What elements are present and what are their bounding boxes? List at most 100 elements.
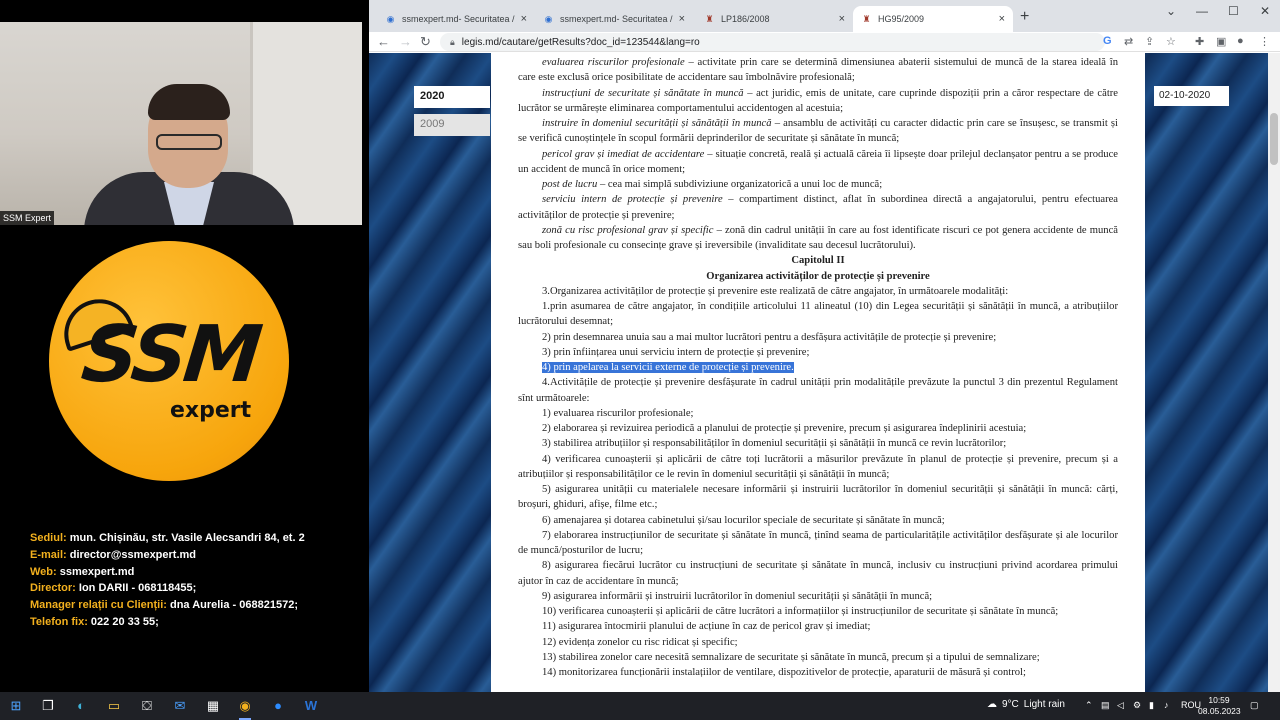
edge-icon[interactable]: ◐: [72, 697, 90, 715]
speaker-icon[interactable]: ◁: [1117, 700, 1124, 711]
tray-overflow-icon[interactable]: ⌃: [1085, 700, 1093, 711]
tab-search-chevron-icon[interactable]: ⌄: [1166, 4, 1176, 18]
paragraph-text: 1) evaluarea riscurilor profesionale;: [542, 407, 694, 419]
document-date: 02-10-2020: [1154, 86, 1229, 106]
word-icon[interactable]: W: [302, 697, 320, 715]
chapter-heading-text: Capitolul II: [791, 255, 845, 267]
document-paragraph: 14) monitorizarea funcționării instalați…: [518, 665, 1118, 680]
definition-paragraph: pericol grav și imediat de accidentare –…: [518, 147, 1118, 178]
battery-icon[interactable]: ▮: [1149, 700, 1154, 711]
definition-term: instruire în domeniul securității și săn…: [542, 118, 772, 129]
scrollbar-thumb[interactable]: [1270, 113, 1278, 165]
extensions-icon[interactable]: ✚: [1195, 35, 1204, 48]
notifications-icon[interactable]: ▢: [1250, 700, 1259, 711]
maximize-icon[interactable]: ☐: [1228, 4, 1239, 18]
contact-line: Telefon fix: 022 20 33 55;: [30, 615, 159, 628]
document-page: evaluarea riscurilor profesionale – acti…: [491, 53, 1145, 692]
document-paragraph: 4.Activitățile de protecție și prevenire…: [518, 375, 1118, 406]
store-icon[interactable]: ⛋: [138, 697, 156, 715]
paragraph-text: 3) prin înființarea unui serviciu intern…: [542, 346, 810, 358]
system-clock[interactable]: 10:59 08.05.2023: [1198, 695, 1241, 717]
paragraph-text: 13) stabilirea zonelor care necesită sem…: [542, 651, 1040, 663]
definition-paragraph: instruire în domeniul securității și săn…: [518, 116, 1118, 147]
settings-icon[interactable]: ⚙: [1133, 700, 1141, 711]
definition-term: pericol grav și imediat de accidentare: [542, 148, 705, 160]
share-icon[interactable]: ⇪: [1145, 35, 1154, 48]
document-paragraph: 3) prin înființarea unui serviciu intern…: [518, 345, 1118, 360]
document-paragraph: 10) verificarea cunoașterii și aplicării…: [518, 604, 1118, 619]
document-paragraph: 12) evidența zonelor cu risc ridicat și …: [518, 635, 1118, 650]
reload-icon[interactable]: ↻: [420, 34, 431, 50]
chrome-icon[interactable]: ◉: [236, 697, 254, 720]
zoom-icon[interactable]: ●: [269, 697, 287, 715]
url-text: legis.md/cautare/getResults?doc_id=12354…: [461, 36, 700, 48]
definition-paragraph: instrucțiuni de securitate și sănătate î…: [518, 86, 1118, 117]
document-text: evaluarea riscurilor profesionale – acti…: [518, 55, 1118, 680]
volume-icon[interactable]: ♪: [1164, 700, 1169, 710]
minimize-icon[interactable]: —: [1196, 4, 1208, 18]
definition-term: zonă cu risc profesional grav și specifi…: [542, 224, 714, 236]
page-viewport: 2020 2009 02-10-2020 evaluarea riscurilo…: [369, 53, 1280, 692]
new-tab-icon[interactable]: +: [1020, 8, 1029, 26]
document-paragraph: 13) stabilirea zonelor care necesită sem…: [518, 650, 1118, 665]
year-2020-tab[interactable]: 2020: [414, 86, 490, 108]
close-tab-icon[interactable]: ×: [999, 13, 1005, 25]
windows-start-icon[interactable]: ⊞: [7, 697, 25, 715]
paragraph-text: 5) asigurarea unității cu materialele ne…: [518, 484, 1118, 511]
file-explorer-icon[interactable]: ▭: [105, 697, 123, 715]
definition-paragraph: zonă cu risc profesional grav și specifi…: [518, 223, 1118, 254]
paragraph-text: 11) asigurarea întocmirii planului de ac…: [542, 621, 871, 633]
document-paragraph: 2) prin desemnarea unuia sau a mai multo…: [518, 330, 1118, 345]
back-icon[interactable]: ←: [377, 34, 390, 49]
tab-ssmexpert-1[interactable]: ◉ ssmexpert.md- Securitatea / Prot ×: [377, 6, 535, 32]
definition-text: – cea mai simplă subdiviziune organizato…: [597, 179, 883, 190]
windows-taskbar: ⊞ ❐ ◐ ▭ ⛋ ✉ ▦ ◉ ● W ☁ 9°C Light rain ⌃ ▤…: [0, 692, 1280, 720]
screen: SSM Expert SSM expert Sediul: mun. Chiși…: [0, 0, 1280, 720]
lock-icon: 🔒︎: [450, 36, 455, 47]
calculator-icon[interactable]: ▦: [204, 697, 222, 715]
tab-hg95[interactable]: ♜ HG95/2009 ×: [853, 6, 1013, 32]
cloud-rain-icon: ☁: [987, 699, 997, 710]
side-panel-icon[interactable]: ▣: [1216, 35, 1226, 48]
task-view-icon[interactable]: ❐: [39, 697, 57, 715]
year-2009-tab[interactable]: 2009: [414, 114, 490, 136]
document-paragraph: 3) stabilirea atribuțiilor și responsabi…: [518, 436, 1118, 451]
tab-strip: ◉ ssmexpert.md- Securitatea / Prot × ◉ s…: [369, 0, 1280, 32]
webcam-person-hair: [148, 84, 230, 120]
address-bar[interactable]: 🔒︎ legis.md/cautare/getResults?doc_id=12…: [440, 33, 1105, 51]
paragraph-text: 2) prin desemnarea unuia sau a mai multo…: [542, 331, 997, 343]
translate-icon[interactable]: ⇄: [1124, 35, 1133, 48]
document-paragraph: 8) asigurarea fiecărui lucrător cu instr…: [518, 558, 1118, 589]
close-window-icon[interactable]: ✕: [1260, 4, 1270, 18]
webcam-video: SSM Expert: [0, 22, 362, 225]
google-icon[interactable]: G: [1103, 35, 1112, 47]
close-tab-icon[interactable]: ×: [679, 13, 685, 25]
paragraph-text: 4) verificarea cunoașterii și aplicării …: [518, 453, 1118, 480]
bookmark-star-icon[interactable]: ☆: [1166, 35, 1176, 48]
moldova-emblem-icon: ♜: [705, 13, 714, 24]
contact-line: Sediul: mun. Chișinău, str. Vasile Alecs…: [30, 532, 305, 544]
weather-widget[interactable]: ☁ 9°C Light rain: [987, 699, 1065, 710]
webcam-person-glasses: [156, 134, 222, 150]
tab-ssmexpert-2[interactable]: ◉ ssmexpert.md- Securitatea / Prot ×: [535, 6, 693, 32]
paragraph-text: 12) evidența zonelor cu risc ridicat și …: [542, 636, 738, 648]
highlighted-text[interactable]: 4) prin apelarea la servicii externe de …: [542, 362, 794, 373]
document-paragraph: 7) elaborarea instrucțiunilor de securit…: [518, 528, 1118, 559]
mail-icon[interactable]: ✉: [171, 697, 189, 715]
network-icon[interactable]: ▤: [1101, 700, 1110, 711]
chapter-heading: Organizarea activităților de protecție ș…: [518, 269, 1118, 284]
vertical-scrollbar[interactable]: [1268, 53, 1280, 692]
menu-dots-icon[interactable]: ⋮: [1259, 35, 1270, 48]
definition-paragraph: post de lucru – cea mai simplă subdivizi…: [518, 177, 1118, 192]
left-panel: SSM Expert SSM expert Sediul: mun. Chiși…: [0, 0, 369, 692]
document-paragraph: 1) evaluarea riscurilor profesionale;: [518, 406, 1118, 421]
tab-lp186[interactable]: ♜ LP186/2008 ×: [696, 6, 853, 32]
document-paragraph: 11) asigurarea întocmirii planului de ac…: [518, 619, 1118, 634]
definition-term: instrucțiuni de securitate și sănătate î…: [542, 87, 744, 99]
logo-ssm-text: SSM: [77, 310, 263, 400]
profile-avatar-icon[interactable]: ●: [1237, 35, 1244, 47]
definition-term: serviciu intern de protecție și prevenir…: [542, 194, 723, 206]
close-tab-icon[interactable]: ×: [521, 13, 527, 25]
close-tab-icon[interactable]: ×: [839, 13, 845, 25]
forward-icon[interactable]: →: [399, 34, 412, 49]
